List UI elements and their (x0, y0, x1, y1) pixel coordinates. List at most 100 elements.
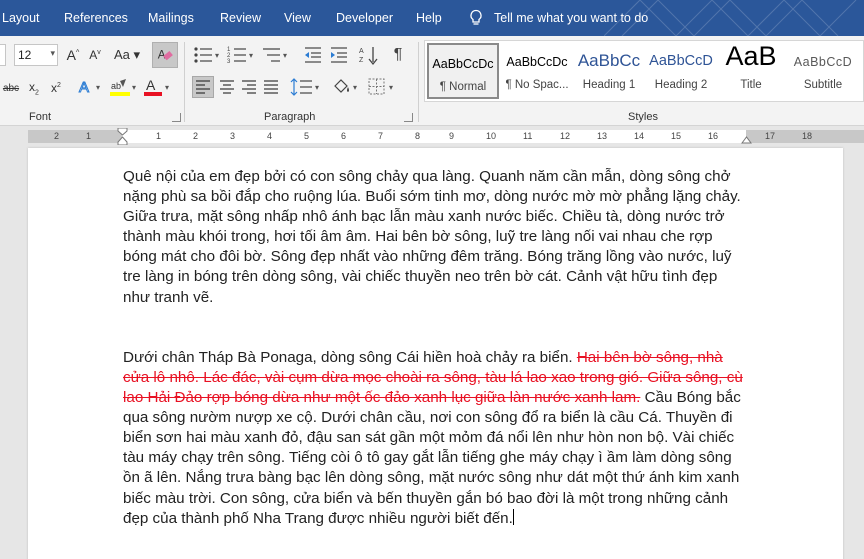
decrease-indent-icon (305, 47, 321, 63)
numbering-icon: 123 ▾ (227, 47, 253, 65)
ruler-number: 14 (634, 131, 645, 141)
style-preview: AaBbCcD (649, 53, 713, 69)
svg-text:Z: Z (359, 57, 364, 64)
svg-text:▾: ▾ (215, 51, 219, 60)
ruler-number: 18 (802, 131, 813, 141)
style-preview: AaBbCcD (793, 55, 853, 69)
tab-review[interactable]: Review (220, 11, 261, 25)
ruler-number: 6 (341, 131, 347, 141)
tab-help[interactable]: Help (416, 11, 442, 25)
style-preview: AaB (725, 43, 777, 71)
multilevel-list-button[interactable]: ▾ (260, 44, 292, 66)
svg-text:▾: ▾ (389, 83, 393, 92)
ruler-number: 7 (378, 131, 384, 141)
change-case-button[interactable]: Aa ▾ (112, 45, 142, 65)
tab-mailings[interactable]: Mailings (148, 11, 194, 25)
right-indent-marker-icon[interactable] (741, 133, 752, 145)
strikethrough-button[interactable]: abc (0, 79, 22, 97)
pilcrow-icon: ¶ (393, 46, 403, 63)
styles-group-label: Styles (628, 111, 658, 123)
ruler-number: 16 (708, 131, 719, 141)
align-left-button[interactable] (192, 76, 214, 98)
borders-button[interactable]: ▾ (366, 76, 398, 98)
ruler-number: 9 (449, 131, 455, 141)
subscript-button[interactable]: x2 (24, 79, 44, 97)
align-right-icon (242, 80, 256, 94)
numbering-button[interactable]: 123 ▾ (226, 44, 258, 66)
tab-view[interactable]: View (284, 11, 311, 25)
ruler-number: 2 (54, 131, 60, 141)
svg-text:ab: ab (111, 81, 121, 91)
borders-icon: ▾ (368, 78, 393, 95)
shading-button[interactable]: ▾ (330, 76, 362, 98)
font-color-button[interactable]: A ▾ (142, 77, 174, 99)
tab-layout[interactable]: Layout (2, 11, 40, 25)
superscript-icon: x2 (51, 81, 61, 95)
ruler-number: 13 (597, 131, 608, 141)
style-no-spacing[interactable]: AaBbCcDc ¶ No Spac... (501, 43, 573, 99)
style-name: ¶ No Spac... (505, 79, 569, 91)
group-divider (184, 42, 185, 122)
style-name: ¶ Normal (439, 81, 487, 93)
home-ribbon: 12 ▾ A^ Av Aa ▾ A abc x2 x2 A ▾ ab ▾ A ▾… (0, 36, 864, 126)
svg-text:3: 3 (227, 59, 231, 65)
paragraph-1[interactable]: Quê nội của em đẹp bởi có con sông chảy … (123, 167, 745, 308)
paint-bucket-icon: ▾ (334, 79, 357, 93)
style-name: Subtitle (803, 79, 843, 91)
shrink-font-button[interactable]: Av (86, 45, 104, 65)
sort-button[interactable]: AZ (358, 44, 382, 66)
font-dialog-launcher[interactable] (172, 113, 181, 122)
bullets-button[interactable]: ▾ (192, 44, 224, 66)
ruler-left-margin (28, 130, 122, 143)
style-title[interactable]: AaB Title (715, 43, 787, 99)
font-name-combo[interactable] (0, 44, 6, 66)
style-heading-2[interactable]: AaBbCcD Heading 2 (645, 43, 717, 99)
paragraph-2[interactable]: Dưới chân Tháp Bà Ponaga, dòng sông Cái … (123, 348, 745, 529)
lightbulb-icon (470, 9, 482, 25)
svg-text:▾: ▾ (315, 83, 319, 92)
paragraph-dialog-launcher[interactable] (404, 113, 413, 122)
clear-formatting-button[interactable]: A (152, 42, 178, 68)
horizontal-ruler[interactable]: 2 1 1 2 3 4 5 6 7 8 9 10 11 12 13 14 15 … (0, 127, 864, 145)
tab-developer[interactable]: Developer (336, 11, 393, 25)
group-divider (418, 42, 419, 122)
document-page[interactable]: Quê nội của em đẹp bởi có con sông chảy … (28, 148, 843, 559)
font-color-icon: A ▾ (144, 77, 169, 96)
styles-gallery: AaBbCcDc ¶ Normal AaBbCcDc ¶ No Spac... … (424, 40, 864, 102)
style-normal[interactable]: AaBbCcDc ¶ Normal (427, 43, 499, 99)
style-preview: AaBbCcDc (432, 57, 494, 71)
clear-formatting-icon: A (158, 49, 173, 62)
decrease-indent-button[interactable] (302, 44, 324, 66)
empty-line (123, 308, 745, 348)
style-subtitle[interactable]: AaBbCcD Subtitle (787, 43, 859, 99)
show-formatting-button[interactable]: ¶ (388, 44, 408, 66)
indent-marker-icon[interactable] (117, 128, 128, 145)
justify-button[interactable] (260, 76, 282, 98)
text-effects-button[interactable]: A ▾ (76, 77, 106, 97)
align-center-button[interactable] (216, 76, 238, 98)
grow-font-button[interactable]: A^ (64, 45, 82, 65)
font-size-combo[interactable]: 12 ▾ (14, 44, 58, 66)
line-spacing-button[interactable]: ▾ (290, 76, 324, 98)
sort-icon: AZ (359, 47, 378, 66)
ruler-number: 11 (523, 131, 533, 141)
style-heading-1[interactable]: AaBbCc Heading 1 (573, 43, 645, 99)
style-preview: AaBbCc (577, 51, 641, 70)
svg-text:▾: ▾ (249, 51, 253, 60)
document-body[interactable]: Quê nội của em đẹp bởi có con sông chảy … (123, 167, 745, 529)
ruler-number: 10 (486, 131, 497, 141)
highlight-color-button[interactable]: ab ▾ (108, 77, 140, 99)
increase-indent-button[interactable] (328, 44, 350, 66)
change-case-icon: Aa ▾ (113, 47, 141, 62)
ruler-number: 3 (230, 131, 236, 141)
strikethrough-icon: abc (2, 82, 20, 94)
font-size-value: 12 (18, 48, 32, 62)
superscript-button[interactable]: x2 (46, 79, 66, 97)
text-cursor (512, 508, 514, 525)
vertical-scrollbar[interactable] (852, 148, 864, 559)
tab-references[interactable]: References (64, 11, 128, 25)
shrink-font-icon: Av (89, 48, 101, 62)
justify-icon (264, 80, 278, 94)
align-right-button[interactable] (238, 76, 260, 98)
ruler-number: 1 (156, 131, 162, 141)
